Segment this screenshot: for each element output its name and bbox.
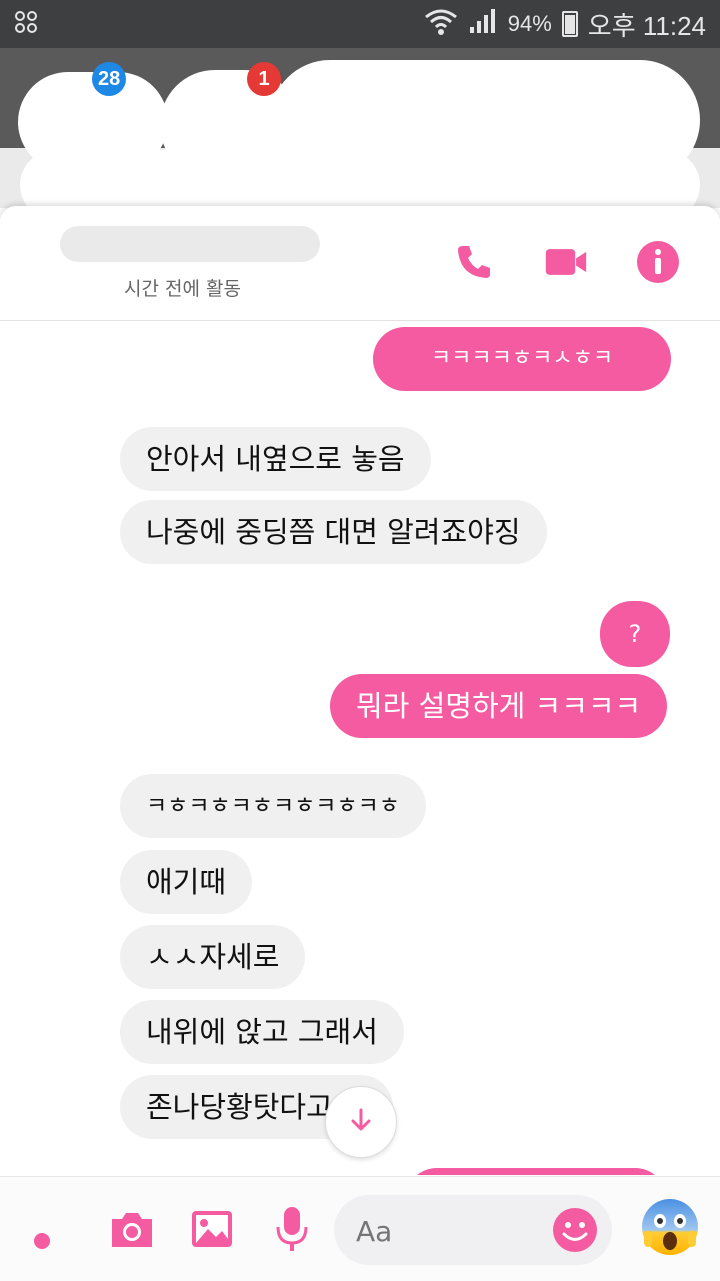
microphone-icon[interactable]	[268, 1205, 316, 1253]
battery-percent: 94%	[507, 11, 552, 36]
scroll-down-button[interactable]	[325, 1086, 397, 1158]
gallery-icon[interactable]	[188, 1205, 236, 1253]
message-bubble[interactable]: 내위에 앉고 그래서	[120, 1000, 404, 1064]
wifi-icon	[424, 7, 458, 42]
message-bubble[interactable]: ㅋㅎㅋㅎㅋㅎㅋㅎㅋㅎㅋㅎ	[120, 774, 426, 838]
status-bar: 94% 오후 11:24	[0, 0, 720, 48]
signal-icon	[468, 7, 498, 42]
message-input[interactable]	[354, 1207, 548, 1255]
message-bubble[interactable]: 안아서 내옆으로 놓음	[120, 427, 431, 491]
scroll-down-icon	[347, 1106, 375, 1138]
message-bubble[interactable]: 애기때	[120, 850, 253, 914]
unread-badge: 28	[92, 62, 127, 96]
redacted-contact-name	[60, 226, 320, 262]
video-call-icon[interactable]	[544, 240, 588, 284]
message-bubble[interactable]: 뭐라 설명하게 ㅋㅋㅋㅋ	[330, 674, 668, 738]
active-status: 시간 전에 활동	[124, 278, 241, 300]
message-bubble-partial[interactable]	[405, 1168, 667, 1175]
conversation-card: 시간 전에 활동 ㅋㅋㅋㅋㅎㅋㅅㅎㅋ 안아서 내옆으로 놓음 나중에 중딩쯤 대…	[0, 206, 720, 1280]
fear-emoji-icon[interactable]	[640, 1197, 700, 1257]
phone-icon[interactable]	[452, 240, 496, 284]
message-input-container[interactable]	[334, 1195, 612, 1265]
clock: 오후 11:24	[587, 10, 706, 41]
message-bubble[interactable]: ㅅㅅ자세로	[120, 925, 306, 989]
info-icon[interactable]	[636, 240, 680, 284]
message-composer-bar	[0, 1176, 720, 1281]
conversation-header: 시간 전에 활동	[0, 206, 720, 321]
smiley-icon[interactable]	[552, 1207, 598, 1253]
battery-icon	[561, 11, 578, 37]
message-list[interactable]: ㅋㅋㅋㅋㅎㅋㅅㅎㅋ 안아서 내옆으로 놓음 나중에 중딩쯤 대면 알려죠야징 ?…	[0, 320, 720, 1175]
notification-badge: 1	[247, 62, 281, 96]
message-bubble[interactable]: ㅋㅋㅋㅋㅎㅋㅅㅎㅋ	[373, 327, 671, 391]
camera-icon[interactable]	[108, 1205, 156, 1253]
message-bubble[interactable]: ?	[600, 601, 670, 667]
more-icon[interactable]	[16, 1205, 64, 1253]
message-bubble[interactable]: 나중에 중딩쯤 대면 알려죠야징	[120, 500, 547, 564]
notification-icon	[14, 10, 38, 34]
